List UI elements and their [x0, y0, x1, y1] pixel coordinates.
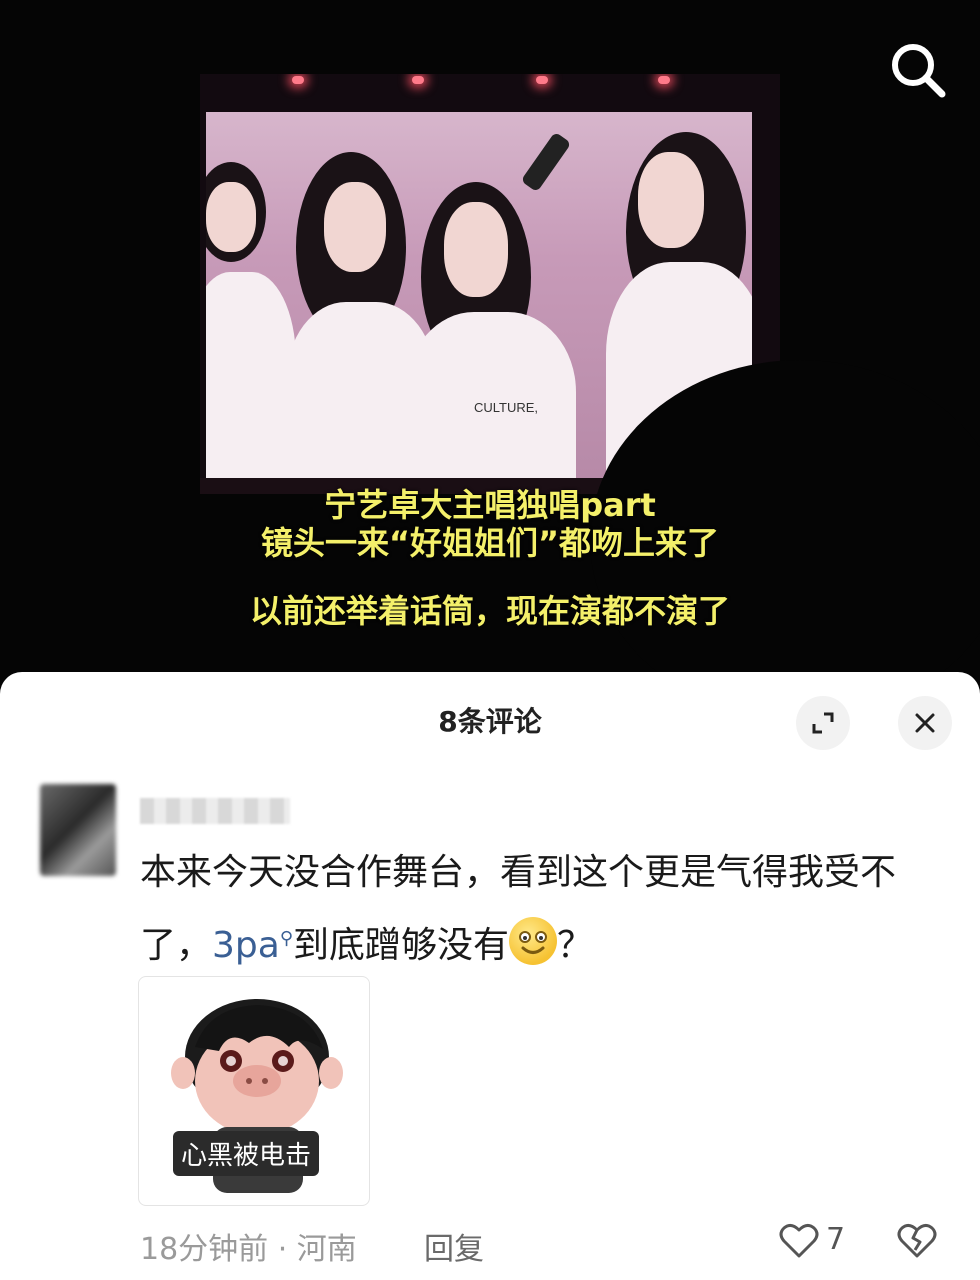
username-blurred[interactable] — [140, 798, 290, 824]
search-icon — [892, 44, 946, 98]
video-player[interactable]: CULTURE, 宁艺卓大主唱独唱part 镜头一来“好姐姐们”都吻上来了 以前… — [0, 0, 980, 720]
smiling-face-icon — [509, 917, 558, 965]
heart-icon — [779, 1223, 819, 1258]
caption-line-2: 镜头一来“好姐姐们”都吻上来了 — [260, 524, 720, 562]
search-link[interactable]: 3pa⚲ — [212, 925, 293, 966]
search-link-icon: ⚲ — [279, 928, 294, 949]
stage-light — [412, 76, 424, 84]
like-button[interactable] — [778, 1220, 820, 1264]
stage-light — [536, 76, 548, 84]
broken-heart-icon — [897, 1223, 937, 1258]
expand-icon — [812, 712, 834, 734]
stage-lights — [200, 74, 780, 94]
like-count: 7 — [826, 1222, 846, 1257]
close-button[interactable] — [898, 696, 952, 750]
microphone — [520, 131, 572, 193]
comment-text-middle: 到底蹭够没有 — [293, 925, 510, 966]
stage-light — [292, 76, 304, 84]
expand-button[interactable] — [796, 696, 850, 750]
avatar[interactable] — [40, 784, 116, 876]
stage-light — [658, 76, 670, 84]
sticker-image[interactable]: 心黑被电击 — [138, 976, 370, 1206]
reply-button[interactable]: 回复 — [424, 1224, 484, 1268]
search-button[interactable] — [886, 38, 950, 102]
comment-text-end: ？ — [557, 925, 594, 966]
close-icon — [915, 713, 935, 733]
comment-meta: 18分钟前 · 河南 — [140, 1232, 357, 1267]
dislike-button[interactable] — [896, 1220, 938, 1264]
shirt-text: CULTURE, — [474, 400, 539, 415]
search-link-text: 3pa — [212, 925, 280, 966]
comments-sheet: 8条评论 本来今天没合作舞台，看到这个更是气得我受不了，3pa⚲到底蹭够没有？ — [0, 672, 980, 1280]
caption-line-3: 以前还举着话筒，现在演都不演了 — [249, 592, 730, 630]
comment-text: 本来今天没合作舞台，看到这个更是气得我受不了，3pa⚲到底蹭够没有？ — [140, 840, 940, 979]
sticker-label: 心黑被电击 — [173, 1131, 320, 1176]
video-captions: 宁艺卓大主唱独唱part 镜头一来“好姐姐们”都吻上来了 以前还举着话筒，现在演… — [0, 486, 980, 630]
caption-line-1: 宁艺卓大主唱独唱part — [324, 486, 656, 524]
